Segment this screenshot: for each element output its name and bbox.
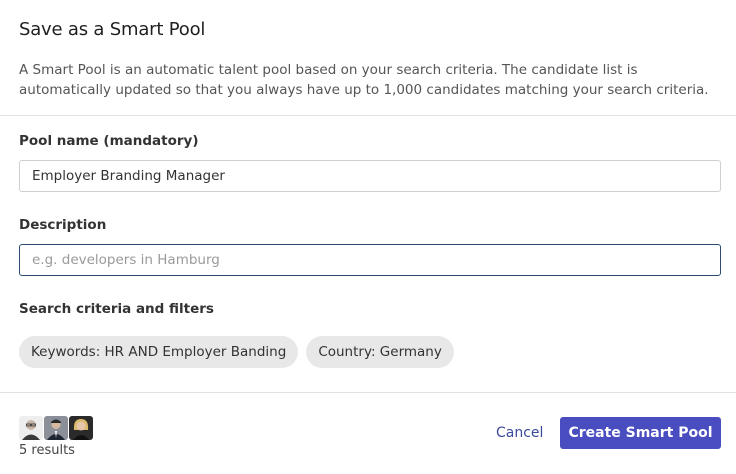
description-label: Description: [19, 217, 107, 233]
criteria-chips: Keywords: HR AND Employer Banding Countr…: [19, 336, 454, 368]
dialog-title: Save as a Smart Pool: [19, 19, 206, 40]
dialog-intro: A Smart Pool is an automatic talent pool…: [19, 62, 709, 98]
pool-name-input[interactable]: [19, 160, 721, 192]
candidate-avatars: [19, 416, 93, 440]
avatar: [44, 416, 68, 440]
criteria-chip-country: Country: Germany: [306, 336, 454, 368]
criteria-label: Search criteria and filters: [19, 301, 214, 317]
description-input[interactable]: [19, 244, 721, 276]
create-smart-pool-button[interactable]: Create Smart Pool: [560, 417, 721, 449]
criteria-chip-keywords: Keywords: HR AND Employer Banding: [19, 336, 299, 368]
divider: [0, 115, 736, 116]
divider: [0, 392, 736, 393]
avatar: [69, 416, 93, 440]
avatar: [19, 416, 43, 440]
cancel-button[interactable]: Cancel: [486, 421, 553, 445]
results-count: 5 results: [19, 443, 75, 458]
pool-name-label: Pool name (mandatory): [19, 133, 199, 149]
